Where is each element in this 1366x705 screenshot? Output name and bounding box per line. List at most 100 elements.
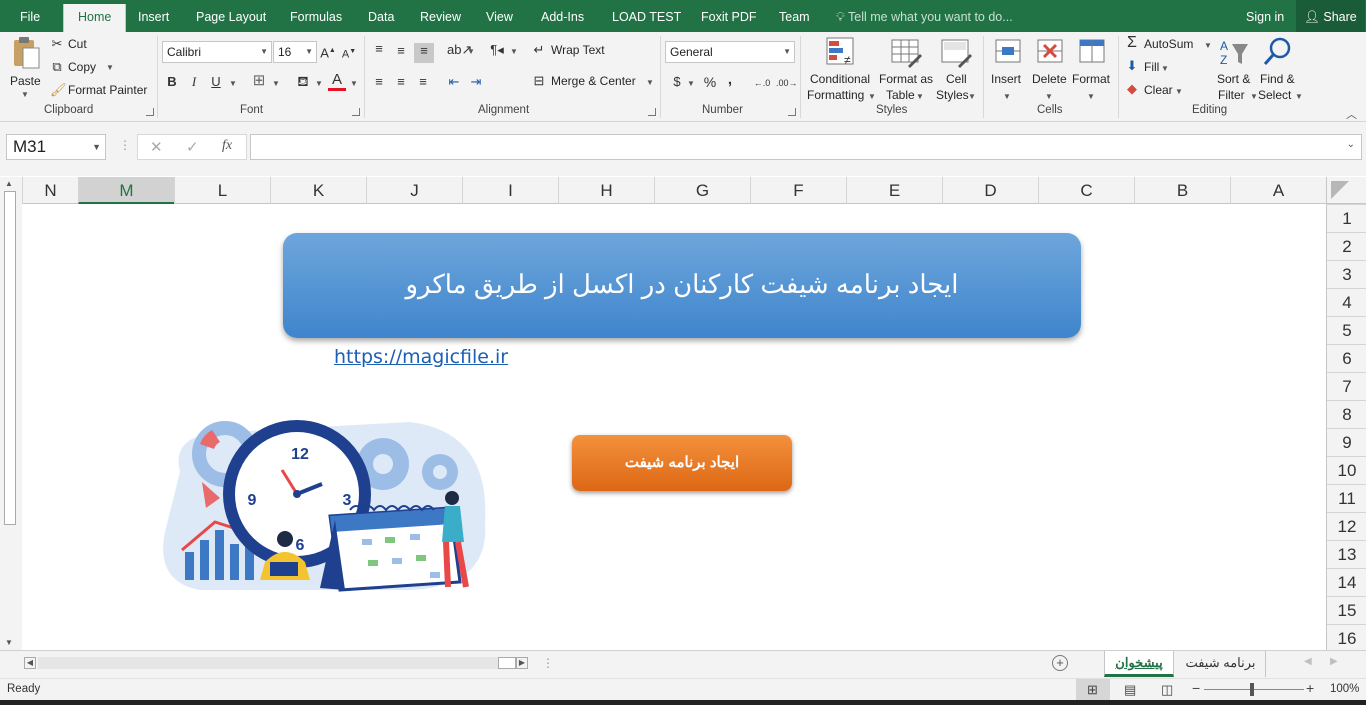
drag-handle-icon[interactable]: ⋮ [119,138,131,152]
format-cells-button[interactable]: Format ▼ [1070,34,1114,104]
conditional-formatting-button[interactable]: ≠ Conditional Formatting ▼ [806,34,876,104]
tab-data[interactable]: Data [368,0,394,32]
scroll-left-icon[interactable]: ◀ [24,657,36,669]
tab-formulas[interactable]: Formulas [290,0,342,32]
column-header-k[interactable]: K [270,177,366,204]
increase-decimal-icon[interactable]: ←.0 [752,75,772,91]
column-header-j[interactable]: J [366,177,462,204]
row-header-9[interactable]: 9 [1327,428,1366,456]
align-right-icon[interactable]: ≡ [415,74,431,90]
fill-color-icon[interactable]: ⛾ [294,73,312,89]
paste-button[interactable]: Paste ▼ [8,36,44,106]
split-handle-icon[interactable]: ⋮ [542,656,554,670]
grow-font-icon[interactable]: A▲ [320,43,336,61]
column-header-e[interactable]: E [846,177,942,204]
row-header-16[interactable]: 16 [1327,624,1366,650]
row-header-12[interactable]: 12 [1327,512,1366,540]
column-header-l[interactable]: L [174,177,270,204]
row-header-11[interactable]: 11 [1327,484,1366,512]
formula-input[interactable]: ⌄ [250,134,1362,160]
row-header-3[interactable]: 3 [1327,260,1366,288]
tab-team[interactable]: Team [779,0,810,32]
alignment-launcher-icon[interactable] [648,108,656,116]
font-color-icon[interactable]: A [328,72,346,91]
column-header-i[interactable]: I [462,177,558,204]
shrink-font-icon[interactable]: A▼ [341,44,357,63]
clipboard-launcher-icon[interactable] [146,108,154,116]
delete-cells-button[interactable]: Delete ▼ [1030,34,1070,104]
row-header-2[interactable]: 2 [1327,232,1366,260]
row-header-10[interactable]: 10 [1327,456,1366,484]
expand-formula-icon[interactable]: ⌄ [1347,139,1355,150]
column-header-c[interactable]: C [1038,177,1134,204]
enter-check-icon[interactable]: ✓ [186,138,199,156]
share-button[interactable]: 👤︎ Share [1296,0,1365,32]
tab-add-ins[interactable]: Add-Ins [541,0,584,32]
number-format-select[interactable]: General ▼ [665,41,795,63]
row-header-13[interactable]: 13 [1327,540,1366,568]
name-box[interactable]: M31 ▼ [6,134,106,160]
align-left-icon[interactable]: ≡ [371,74,387,90]
bold-button[interactable]: B [165,74,179,90]
tab-review[interactable]: Review [420,0,461,32]
chevron-down-icon[interactable]: ▼ [272,79,280,88]
column-header-d[interactable]: D [942,177,1038,204]
tab-nav-right-icon[interactable]: ▶ [1330,656,1338,667]
row-header-1[interactable]: 1 [1327,204,1366,232]
zoom-slider-thumb[interactable] [1250,683,1254,696]
number-launcher-icon[interactable] [788,108,796,116]
font-size-select[interactable]: 16 ▼ [273,41,317,63]
format-as-table-button[interactable]: Format as Table ▼ [876,34,936,104]
align-top-icon[interactable]: ≡ [371,41,387,57]
insert-cells-button[interactable]: Insert ▼ [988,34,1028,104]
borders-icon[interactable]: ⊞ [250,73,268,89]
scroll-down-icon[interactable]: ▼ [5,638,13,647]
tell-me-box[interactable]: 💡︎ Tell me what you want to do... [836,0,1013,32]
sign-in-link[interactable]: Sign in [1246,0,1284,32]
horizontal-scroll-track[interactable] [38,657,498,669]
column-header-g[interactable]: G [654,177,750,204]
row-header-5[interactable]: 5 [1327,316,1366,344]
column-header-f[interactable]: F [750,177,846,204]
column-header-b[interactable]: B [1134,177,1230,204]
find-select-button[interactable]: Find & Select ▼ [1256,34,1303,104]
row-header-4[interactable]: 4 [1327,288,1366,316]
insert-function-icon[interactable]: fx [222,138,232,154]
italic-button[interactable]: I [187,74,201,90]
tab-load-test[interactable]: LOAD TEST [612,0,681,32]
tab-view[interactable]: View [486,0,513,32]
row-header-6[interactable]: 6 [1327,344,1366,372]
align-center-icon[interactable]: ≡ [393,74,409,90]
zoom-slider[interactable] [1204,689,1304,690]
select-all-button[interactable] [1327,177,1366,204]
align-middle-icon[interactable]: ≡ [393,43,409,59]
increase-indent-icon[interactable]: ⇥ [468,74,484,90]
orientation-icon[interactable]: ab↗ [447,42,472,58]
decrease-indent-icon[interactable]: ⇤ [446,74,462,90]
tab-insert[interactable]: Insert [138,0,169,32]
chevron-down-icon[interactable]: ▼ [315,79,323,88]
font-launcher-icon[interactable] [352,108,360,116]
tab-page-layout[interactable]: Page Layout [196,0,266,32]
tab-foxit-pdf[interactable]: Foxit PDF [701,0,757,32]
sort-filter-button[interactable]: AZ Sort & Filter ▼ [1214,34,1258,104]
cancel-icon[interactable]: ✕ [150,138,163,156]
text-direction-icon[interactable]: ¶◂ [488,42,506,58]
zoom-level[interactable]: 100% [1330,683,1359,695]
zoom-in-icon[interactable]: + [1306,680,1314,696]
website-link[interactable]: https://magicfile.ir [334,346,508,368]
cell-styles-button[interactable]: Cell Styles ▼ [936,34,978,104]
underline-button[interactable]: U [209,74,223,90]
chevron-down-icon[interactable]: ▼ [229,79,237,88]
column-header-a[interactable]: A [1230,177,1326,204]
row-header-8[interactable]: 8 [1327,400,1366,428]
comma-button[interactable]: , [724,72,736,88]
horizontal-scroll-thumb[interactable] [498,657,516,669]
normal-view-button[interactable]: ⊞ [1076,679,1110,700]
column-header-h[interactable]: H [558,177,654,204]
vertical-scrollbar[interactable]: ▲ ▼ [0,177,22,650]
align-bottom-icon[interactable]: ≡ [414,43,434,63]
zoom-out-icon[interactable]: − [1192,680,1200,696]
row-header-15[interactable]: 15 [1327,596,1366,624]
scroll-up-icon[interactable]: ▲ [5,179,13,188]
